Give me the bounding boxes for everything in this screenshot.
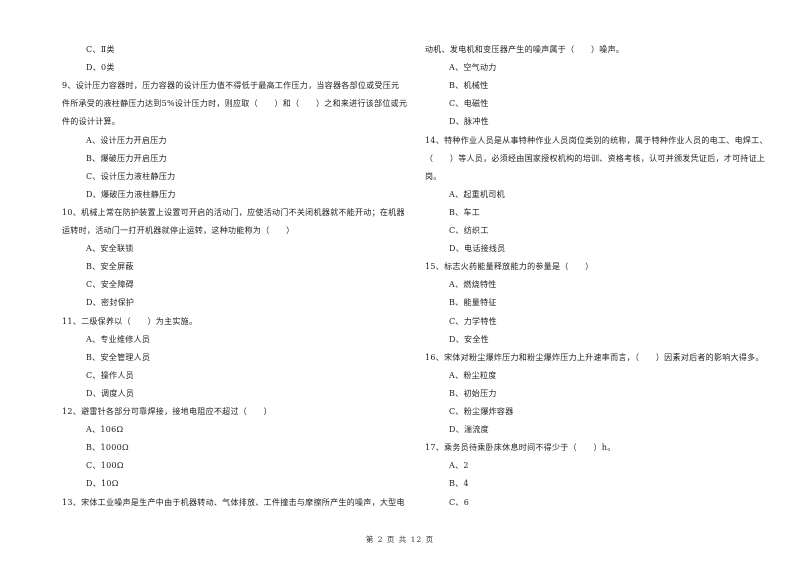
question-text: 件所承受的液柱静压力达到5%设计压力时，则应取（ ）和（ ）之和来进行该部位或元 — [62, 99, 408, 109]
answer-option: A、粉尘粒度 — [449, 370, 497, 380]
question-text: 运转时，活动门一打开机器就停止运转，这种功能称为（ ） — [62, 226, 295, 235]
answer-option: A、106Ω — [86, 425, 124, 435]
answer-option: C、纺织工 — [449, 226, 489, 235]
answer-option: C、操作人员 — [86, 370, 134, 380]
page-number: 第 2 页 共 12 页 — [365, 535, 435, 544]
answer-option: C、100Ω — [86, 461, 124, 471]
question-text: 11、二级保养以（ ）为主实施。 — [62, 316, 198, 326]
answer-option: D、调度人员 — [86, 388, 135, 398]
answer-option: B、1000Ω — [86, 443, 129, 453]
answer-option: D、湍流度 — [449, 425, 489, 435]
question-text: 9、设计压力容器时，压力容器的设计压力值不得低于最高工作压力，当容器各部位或受压… — [62, 81, 400, 91]
question-text: 动机、发电机和变压器产生的噪声属于（ ）噪声。 — [425, 45, 625, 54]
answer-option: B、4 — [449, 479, 469, 489]
question-text: 15、标志火药能量释放能力的参量是（ ） — [425, 262, 594, 272]
answer-option: D、电话接线员 — [449, 244, 506, 254]
answer-option: B、爆破压力开启压力 — [86, 153, 167, 163]
answer-option: D、密封保护 — [86, 298, 135, 308]
question-text: 17、乘务员待乘卧床休息时间不得少于（ ）h。 — [425, 443, 616, 453]
question-text: （ ）等人员，必须经由国家授权机构的培训、资格考核，认可并颁发凭证后，才可持证上 — [425, 153, 766, 163]
answer-option: B、安全管理人员 — [86, 352, 151, 362]
answer-option: C、力学特性 — [449, 316, 497, 326]
answer-option: B、机械性 — [449, 81, 489, 91]
answer-option: D、安全性 — [449, 334, 489, 344]
question-text: 件的设计计算。 — [62, 117, 121, 127]
question-text: 14、特种作业人员是从事特种作业人员岗位类别的统称，属于特种作业人员的电工、电焊… — [425, 135, 768, 145]
answer-option: B、车工 — [449, 207, 481, 217]
question-text: 16、宋体对粉尘爆炸压力和粉尘爆炸压力上升速率而言，（ ）因素对后者的影响大得多… — [425, 352, 764, 362]
answer-option: A、燃烧特性 — [449, 280, 497, 290]
answer-option: C、电磁性 — [449, 99, 489, 109]
answer-option: B、初始压力 — [449, 388, 497, 398]
answer-option: B、安全屏蔽 — [86, 262, 134, 272]
answer-option: A、空气动力 — [449, 63, 497, 73]
answer-option: D、0类 — [86, 63, 115, 73]
answer-option: C、Ⅱ类 — [86, 45, 115, 54]
answer-option: C、粉尘爆炸容器 — [449, 407, 514, 416]
answer-option: A、专业维修人员 — [86, 334, 151, 344]
answer-option: C、设计压力液柱静压力 — [86, 171, 176, 181]
answer-option: D、10Ω — [86, 479, 119, 489]
question-text: 12、避雷针各部分可靠焊接，接地电阻应不超过（ ） — [62, 407, 272, 416]
answer-option: C、6 — [449, 497, 470, 507]
answer-option: B、能量特征 — [449, 298, 497, 308]
question-text: 10、机械上常在防护装置上设置可开启的活动门，应使活动门不关闭机器就不能开动；在… — [62, 207, 405, 217]
answer-option: A、安全联锁 — [86, 244, 134, 254]
question-text: 岗。 — [425, 171, 442, 181]
question-text: 13、宋体工业噪声是生产中由于机器转动、气体排放、工件撞击与摩擦所产生的噪声，大… — [62, 497, 405, 507]
answer-option: A、设计压力开启压力 — [86, 135, 167, 145]
answer-option: C、安全障碍 — [86, 280, 134, 290]
answer-option: A、2 — [449, 461, 469, 471]
answer-option: A、起重机司机 — [449, 189, 505, 199]
answer-option: D、脉冲性 — [449, 117, 489, 127]
answer-option: D、爆破压力液柱静压力 — [86, 189, 176, 199]
